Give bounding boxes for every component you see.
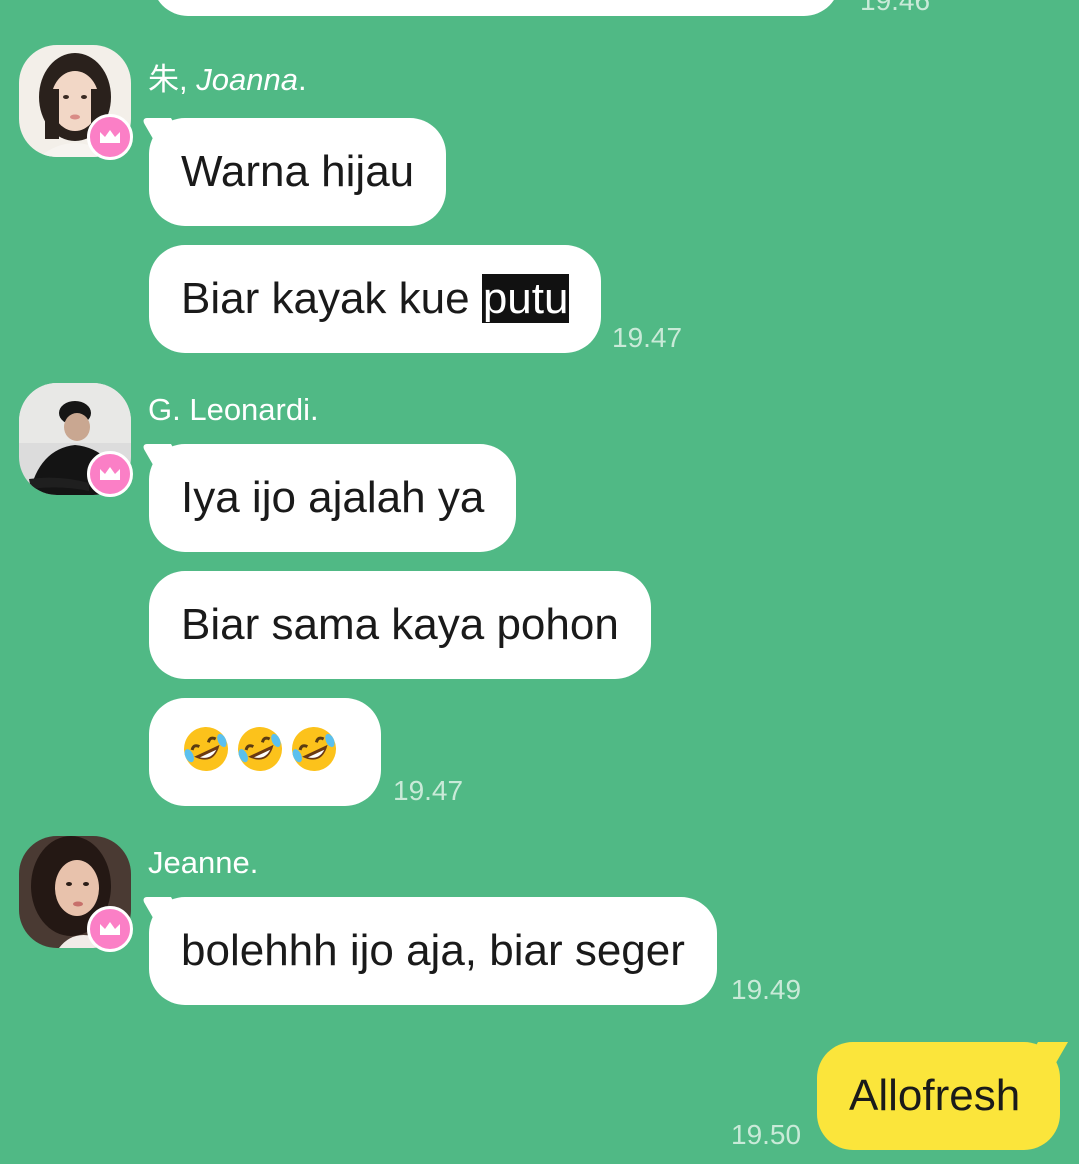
- message-time: 19.49: [731, 974, 802, 1005]
- previous-message-time: 19.46: [860, 0, 931, 16]
- sender-name-leonardi: G. Leonardi.: [148, 392, 319, 427]
- message-bubble[interactable]: Iya ijo ajalah ya: [149, 444, 517, 552]
- sender-name-jeanne: Jeanne.: [148, 845, 259, 880]
- message-time: 19.47: [612, 322, 683, 353]
- crown-badge: [87, 906, 133, 952]
- crown-badge: [87, 451, 133, 497]
- highlighted-word[interactable]: putu: [481, 274, 570, 323]
- message-text: Warna hijau: [181, 147, 415, 196]
- my-message-bubble[interactable]: Allofresh: [817, 1042, 1060, 1150]
- crown-icon: [100, 922, 120, 935]
- message-bubble[interactable]: Warna hijau: [149, 118, 447, 226]
- crown-icon: [100, 130, 120, 143]
- previous-message-bubble[interactable]: [152, 0, 840, 16]
- rofl-emoji: [184, 727, 228, 772]
- message-text: Biar sama kaya pohon: [181, 600, 619, 649]
- my-message-text: Allofresh: [849, 1071, 1021, 1120]
- message-bubble[interactable]: bolehhh ijo aja, biar seger: [149, 897, 717, 1005]
- message-bubble-emoji[interactable]: 🤣🤣🤣: [149, 698, 381, 806]
- message-bubble[interactable]: Biar sama kaya pohon: [149, 571, 651, 679]
- message-text: bolehhh ijo aja, biar seger: [181, 926, 685, 975]
- sender-name-joanna: 朱, Joanna.: [148, 62, 307, 97]
- message-text: Iya ijo ajalah ya: [181, 473, 485, 522]
- message-bubble[interactable]: Biar kayak kue putu: [149, 245, 602, 353]
- emoji-message-text: 🤣🤣🤣: [343, 698, 344, 699]
- crown-icon: [100, 467, 120, 480]
- crown-badge: [87, 114, 133, 160]
- rofl-emoji: [238, 727, 282, 772]
- message-time: 19.47: [393, 775, 464, 806]
- rofl-emoji: [292, 727, 336, 772]
- message-text: Biar kayak kue: [181, 274, 470, 323]
- my-message-time: 19.50: [731, 1119, 802, 1150]
